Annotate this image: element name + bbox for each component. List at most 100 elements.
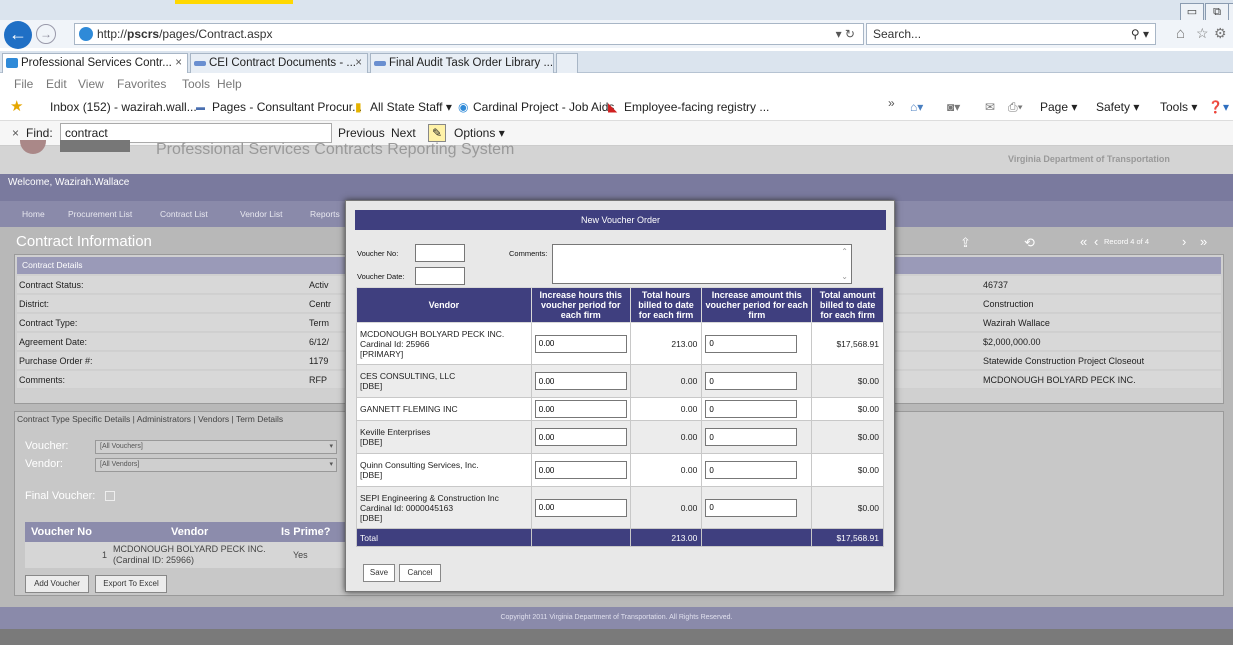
table-row: Keville Enterprises[DBE] 0.00 $0.00 [356,420,884,454]
increase-amount-input[interactable] [705,461,798,479]
search-input[interactable]: Search... ⚲ ▾ [866,23,1156,45]
increase-hours-input[interactable] [534,372,627,390]
tools-menu[interactable]: Tools ▾ [1160,94,1197,120]
screen: ▭ ⧉ ← → http://pscrs/pages/Contract.aspx… [0,0,1233,645]
chevron-more-icon[interactable]: » [888,90,895,116]
print-icon[interactable]: ⎙▾ [1008,94,1023,120]
amount-input-cell [701,397,813,421]
col-is-prime[interactable]: Is Prime? [281,522,331,542]
increase-amount-input[interactable] [705,372,798,390]
increase-hours-input[interactable] [534,400,627,418]
increase-amount-input[interactable] [705,400,798,418]
col-voucher-no[interactable]: Voucher No [31,522,92,542]
tab-label: Professional Services Contr... [21,57,172,69]
nav-home[interactable]: Home [22,201,45,227]
voucher-no-input[interactable] [415,244,465,262]
menu-tools[interactable]: Tools [182,74,210,94]
settings-gear-icon[interactable]: ⚙ [1214,25,1227,42]
menu-view[interactable]: View [78,74,104,94]
scroll-up-icon[interactable]: ⌃ [841,247,848,256]
menu-help[interactable]: Help [217,74,242,94]
pdf-fav-icon: ◣ [608,100,618,114]
close-window-icon[interactable] [1228,3,1233,21]
nav-procurement-list[interactable]: Procurement List [68,201,132,227]
fav-pages[interactable]: Pages - Consultant Procur... [212,94,362,120]
vendor-filter-select[interactable]: [All Vendors] ▾ [95,458,337,472]
total-label: Total [356,528,532,547]
tab-cei-contract-documents[interactable]: CEI Contract Documents - ... × [190,53,368,73]
forward-button[interactable]: → [36,24,56,44]
menu-file[interactable]: File [14,74,33,94]
col-vendor[interactable]: Vendor [171,522,208,542]
last-record-icon[interactable]: » [1200,234,1207,249]
tab-close-icon[interactable]: × [355,54,362,72]
nav-contract-list[interactable]: Contract List [160,201,208,227]
increase-hours-input[interactable] [534,428,627,446]
vendor-name: GANNETT FLEMING INC [360,404,458,414]
scroll-down-icon[interactable]: ⌄ [841,272,848,281]
home-cmd-icon[interactable]: ⌂▾ [910,94,923,120]
subtab-vendors[interactable]: Vendors [198,414,229,424]
nav-vendor-list[interactable]: Vendor List [240,201,283,227]
address-input[interactable]: http://pscrs/pages/Contract.aspx ▾ ↻ [74,23,864,45]
voucher-vendor: MCDONOUGH BOLYARD PECK INC. [113,544,266,554]
voucher-date-input[interactable] [415,267,465,285]
menu-edit[interactable]: Edit [46,74,67,94]
field-value: 46737 [983,280,1009,290]
home-icon[interactable]: ⌂ [1176,25,1185,42]
subtab-term-details[interactable]: Term Details [236,414,283,424]
mail-icon[interactable]: ✉ [985,94,995,120]
add-voucher-button[interactable]: Add Voucher [25,575,89,593]
fav-employee-registry[interactable]: Employee-facing registry ... [624,94,769,120]
page-menu[interactable]: Page ▾ [1040,94,1077,120]
export-excel-button[interactable]: Export To Excel [95,575,167,593]
save-button[interactable]: Save [363,564,395,582]
tab-close-icon[interactable]: × [175,54,182,72]
total-amount: $17,568.91 [811,322,884,365]
cancel-button[interactable]: Cancel [399,564,441,582]
increase-amount-input[interactable] [705,498,798,517]
increase-hours-input[interactable] [534,461,627,479]
menu-favorites[interactable]: Favorites [117,74,166,94]
tab-label: Final Audit Task Order Library ... [389,57,554,69]
favorites-star-add-icon[interactable]: ★ [10,94,23,120]
prev-record-icon[interactable]: ‹ [1094,234,1098,249]
minimize-icon[interactable]: ▭ [1180,3,1204,21]
help-icon[interactable]: ❓▾ [1208,94,1229,120]
fav-cardinal-project[interactable]: Cardinal Project - Job Aids [473,94,614,120]
feeds-icon[interactable]: ◙▾ [947,94,960,120]
upload-icon[interactable]: ⇪ [960,235,971,251]
fav-all-state-staff[interactable]: All State Staff ▾ [370,94,452,120]
vendor-filter-value: [All Vendors] [100,461,140,468]
favorites-star-icon[interactable]: ☆ [1196,25,1209,42]
sharepoint-tab-icon [374,61,386,66]
subtab-specific-details[interactable]: Contract Type Specific Details [17,414,130,424]
first-record-icon[interactable]: « [1080,234,1087,249]
voucher-filter-select[interactable]: [All Vouchers] ▾ [95,440,337,454]
final-voucher-checkbox[interactable] [105,491,115,501]
menu-bar: File Edit View Favorites Tools Help [0,74,1233,94]
subtab-administrators[interactable]: Administrators [137,414,191,424]
back-button[interactable]: ← [4,21,32,49]
comments-textarea[interactable]: ⌃ ⌄ [552,244,852,284]
refresh-icon[interactable]: ▾ ↻ [836,24,855,44]
safety-menu[interactable]: Safety ▾ [1096,94,1139,120]
search-icon[interactable]: ⚲ ▾ [1131,24,1149,44]
next-record-icon[interactable]: › [1182,234,1186,249]
increase-hours-input[interactable] [534,334,627,353]
nav-reports[interactable]: Reports [310,201,340,227]
voucher-grid-row[interactable]: 1 MCDONOUGH BOLYARD PECK INC. (Cardinal … [25,542,355,568]
restore-icon[interactable]: ⧉ [1205,3,1229,21]
address-bar-row: ← → http://pscrs/pages/Contract.aspx ▾ ↻… [0,20,1233,49]
new-tab-button[interactable] [556,53,578,73]
increase-hours-input[interactable] [534,498,627,517]
tab-professional-services[interactable]: Professional Services Contr... × [2,53,188,73]
fav-inbox[interactable]: Inbox (152) - wazirah.wall... [50,94,197,120]
tab-final-audit[interactable]: Final Audit Task Order Library ... [370,53,554,73]
highlight-icon[interactable]: ✎ [428,124,446,142]
find-close-icon[interactable]: × [12,121,19,145]
increase-amount-input[interactable] [705,334,798,353]
refresh-record-icon[interactable]: ⟲ [1024,235,1035,251]
favorites-bar: ★ Inbox (152) - wazirah.wall... ▬ Pages … [0,94,1233,120]
increase-amount-input[interactable] [705,428,798,446]
